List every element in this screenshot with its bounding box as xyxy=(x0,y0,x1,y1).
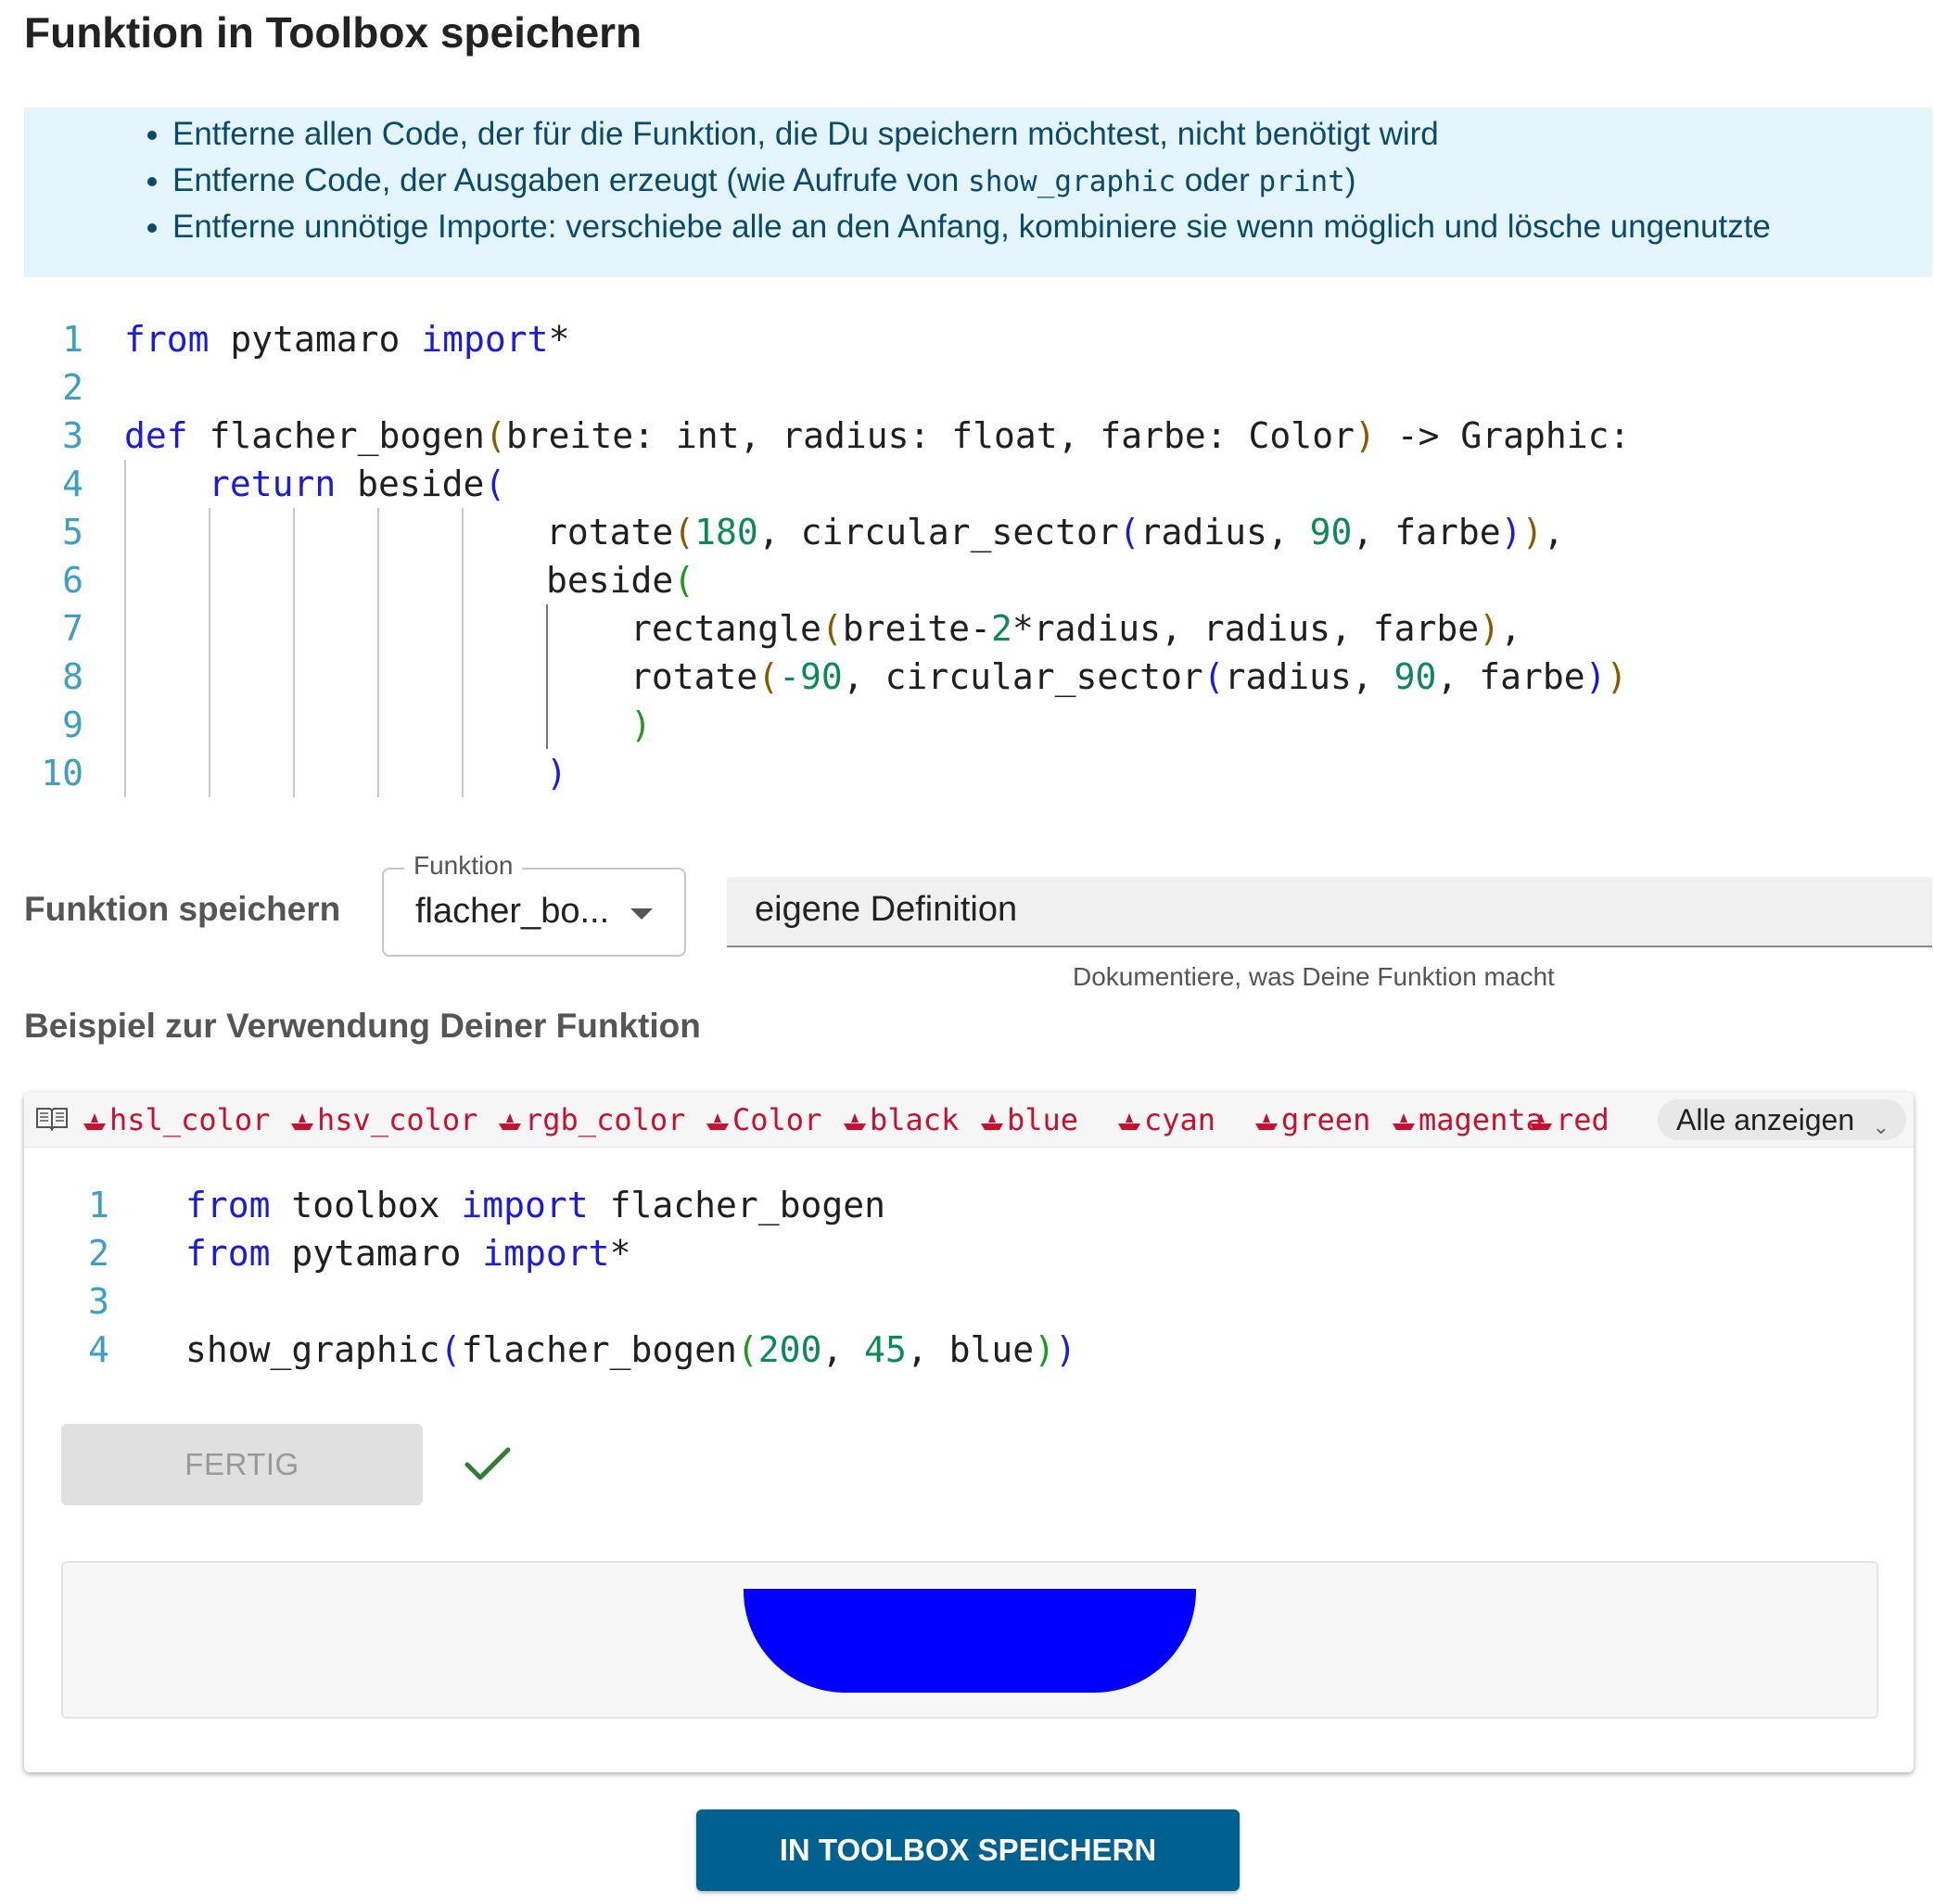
toolbox-chip-label: magenta xyxy=(1419,1102,1544,1137)
boat-icon xyxy=(291,1113,313,1130)
code-line: beside( xyxy=(546,560,695,601)
line-number: 5 xyxy=(62,512,83,552)
rendered-graphic xyxy=(744,1589,1196,1693)
page-title: Funktion in Toolbox speichern xyxy=(24,8,643,57)
example-code-editor[interactable]: 1 from toolbox import flacher_bogen 2 from… xyxy=(57,1181,1875,1376)
toolbox-chip-label: red xyxy=(1556,1102,1610,1137)
toolbox-chip-label: black xyxy=(870,1102,960,1137)
toolbox-chip-label: hsv_color xyxy=(317,1102,478,1137)
line-number: 4 xyxy=(88,1329,109,1370)
graphic-output xyxy=(61,1561,1878,1719)
hint-item: Entferne unnötige Importe: verschiebe al… xyxy=(172,204,1771,250)
code-line: ) xyxy=(630,704,652,745)
code-line: rectangle(breite-2*radius, radius, farbe… xyxy=(630,608,1521,649)
toolbox-chip-label: Color xyxy=(732,1102,822,1137)
toolbox-chip[interactable]: magenta xyxy=(1391,1101,1544,1138)
code-line: show_graphic(flacher_bogen(200, 45, blue… xyxy=(185,1329,1076,1370)
boat-icon xyxy=(844,1113,866,1130)
save-to-toolbox-button[interactable]: IN TOOLBOX SPEICHERN xyxy=(696,1809,1240,1891)
toolbox-chip-label: blue xyxy=(1007,1102,1079,1137)
toolbox-chip[interactable]: black xyxy=(842,1101,959,1138)
chevron-down-icon: ⌄ xyxy=(1872,1115,1889,1138)
show-all-label: Alle anzeigen xyxy=(1676,1103,1855,1136)
check-icon xyxy=(464,1447,511,1480)
dropdown-arrow-icon xyxy=(630,908,653,920)
toolbox-chip-bar: hsl_color hsv_color rgb_color Color black blu… xyxy=(24,1092,1914,1148)
hint-box: Entferne allen Code, der für die Funktio… xyxy=(24,108,1932,277)
function-select-legend: Funktion xyxy=(404,851,523,881)
toolbox-chip[interactable]: green xyxy=(1253,1101,1370,1138)
toolbox-chip[interactable]: Color xyxy=(705,1101,821,1138)
save-function-label: Funktion speichern xyxy=(24,890,341,928)
inline-code: print xyxy=(1258,165,1345,198)
boat-icon xyxy=(1118,1113,1140,1130)
code-line: rotate(-90, circular_sector(radius, 90, … xyxy=(630,656,1628,697)
line-number: 7 xyxy=(62,608,83,649)
boat-icon xyxy=(1393,1113,1415,1130)
hint-list: Entferne allen Code, der für die Funktio… xyxy=(172,111,1771,250)
toolbox-chip[interactable]: red xyxy=(1528,1101,1610,1138)
toolbox-chip[interactable]: blue xyxy=(979,1101,1078,1138)
example-section-label: Beispiel zur Verwendung Deiner Funktion xyxy=(24,1007,701,1045)
inline-code: show_graphic xyxy=(968,165,1177,198)
code-line: ) xyxy=(546,753,567,793)
boat-icon xyxy=(499,1113,521,1130)
definition-input[interactable]: eigene Definition xyxy=(727,877,1932,947)
code-line: return beside( xyxy=(209,463,506,504)
boat-icon xyxy=(83,1113,106,1130)
line-number: 2 xyxy=(62,367,83,408)
line-number: 3 xyxy=(88,1281,109,1322)
example-card: hsl_color hsv_color rgb_color Color black blu… xyxy=(24,1092,1914,1772)
definition-helper-text: Dokumentiere, was Deine Funktion macht xyxy=(1073,962,1555,991)
line-number: 6 xyxy=(62,560,83,601)
boat-icon xyxy=(1530,1113,1552,1130)
code-editor[interactable]: 1 from pytamaro import* 2 3 def flacher_bo… xyxy=(24,315,1915,797)
line-number: 8 xyxy=(62,656,83,697)
toolbox-chip-label: rgb_color xyxy=(525,1102,686,1137)
toolbox-chip-label: hsl_color xyxy=(109,1102,271,1137)
line-number: 1 xyxy=(62,319,83,360)
definition-input-value: eigene Definition xyxy=(755,890,1018,929)
toolbox-chip[interactable]: rgb_color xyxy=(497,1101,685,1138)
toolbox-chip[interactable]: cyan xyxy=(1116,1101,1215,1138)
code-line: def flacher_bogen(breite: int, radius: f… xyxy=(124,415,1631,456)
function-select[interactable]: flacher_bo... xyxy=(382,868,686,957)
code-line: from pytamaro import* xyxy=(124,319,570,360)
line-number: 10 xyxy=(41,753,83,793)
hint-item: Entferne Code, der Ausgaben erzeugt (wie… xyxy=(172,158,1771,204)
code-line: rotate(180, circular_sector(radius, 90, … xyxy=(546,512,1565,552)
line-number: 2 xyxy=(88,1233,109,1274)
book-icon[interactable] xyxy=(35,1105,69,1131)
toolbox-chip-label: green xyxy=(1281,1102,1371,1137)
line-number: 1 xyxy=(88,1185,109,1225)
boat-icon xyxy=(981,1113,1003,1130)
code-line: from toolbox import flacher_bogen xyxy=(185,1185,885,1225)
boat-icon xyxy=(1255,1113,1278,1130)
toolbox-chip[interactable]: hsl_color xyxy=(82,1101,270,1138)
toolbox-chip[interactable]: hsv_color xyxy=(289,1101,477,1138)
show-all-button[interactable]: Alle anzeigen ⌄ xyxy=(1658,1099,1906,1140)
hint-item: Entferne allen Code, der für die Funktio… xyxy=(172,111,1771,158)
function-select-value: flacher_bo... xyxy=(415,892,610,931)
line-number: 4 xyxy=(62,463,83,504)
fertig-button[interactable]: FERTIG xyxy=(61,1424,423,1505)
boat-icon xyxy=(706,1113,729,1130)
line-number: 9 xyxy=(62,704,83,745)
line-number: 3 xyxy=(62,415,83,456)
toolbox-chip-label: cyan xyxy=(1144,1102,1216,1137)
code-line: from pytamaro import* xyxy=(185,1233,631,1274)
